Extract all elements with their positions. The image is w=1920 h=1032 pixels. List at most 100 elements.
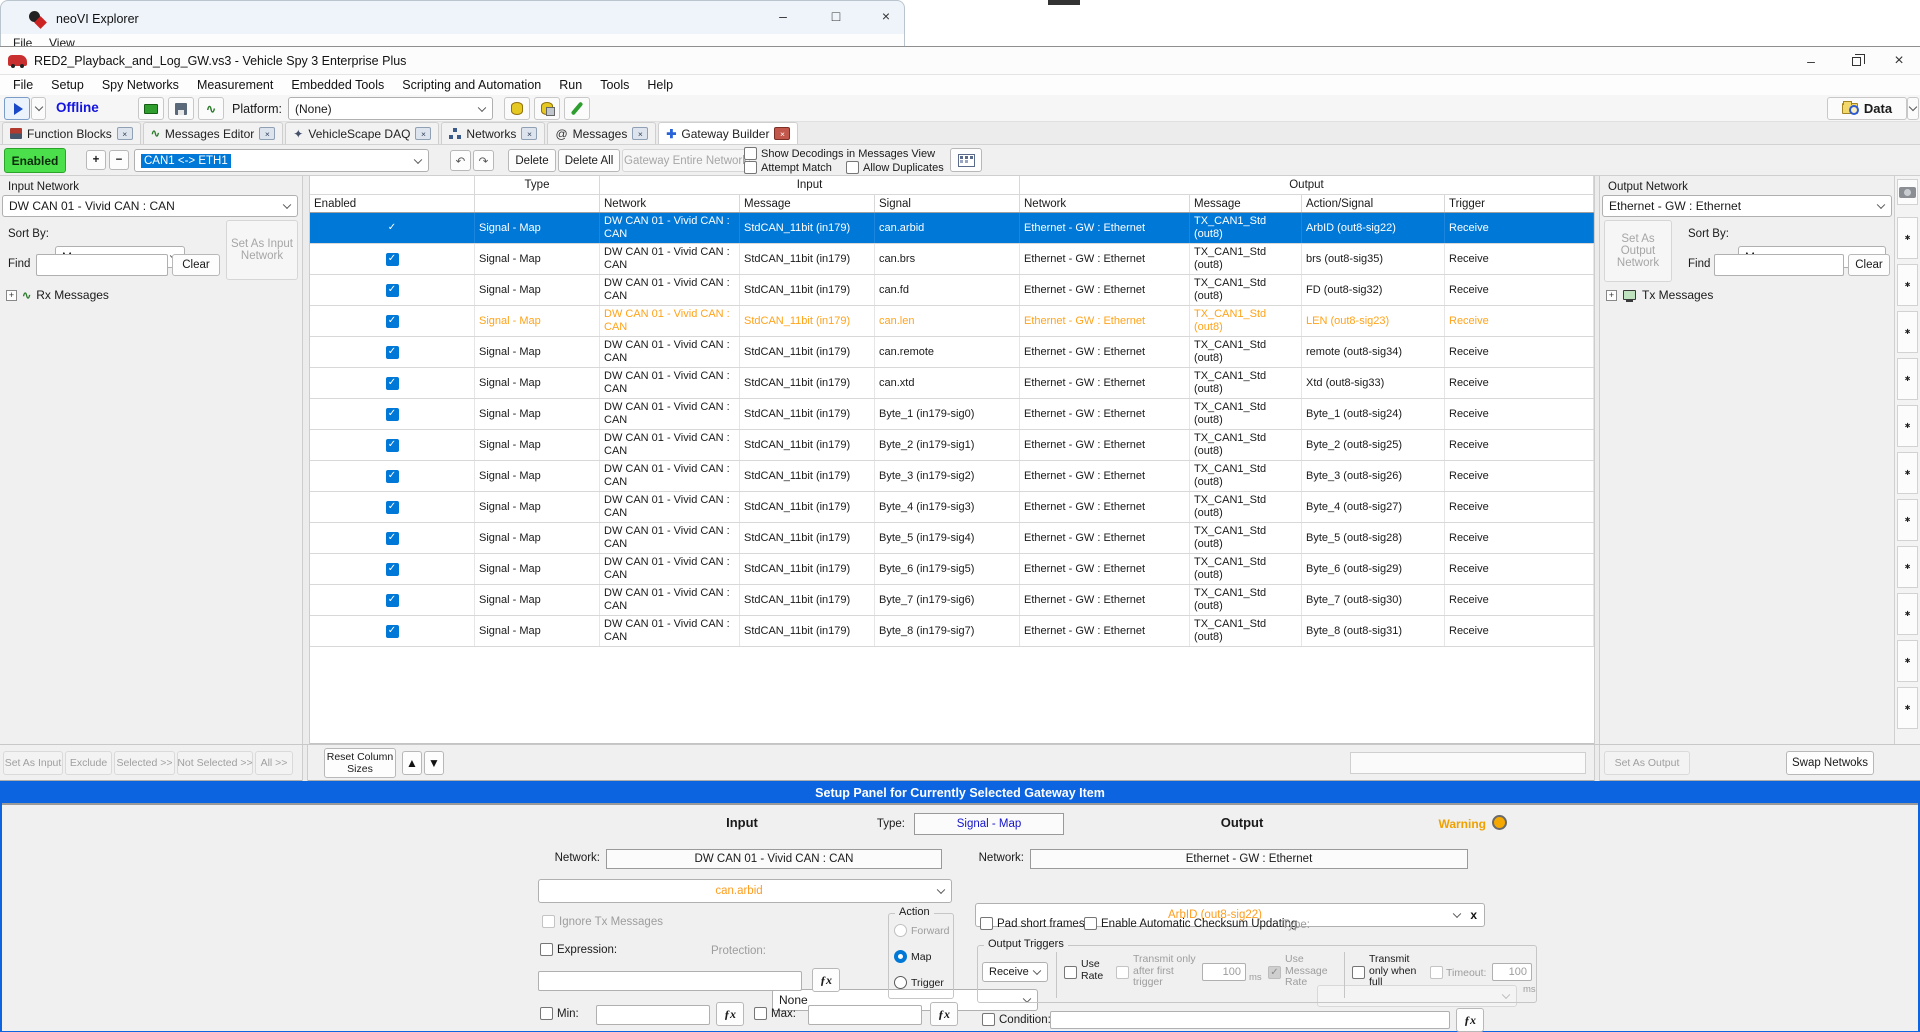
table-row[interactable]: ✓Signal - MapDW CAN 01 - Vivid CAN : CAN… — [310, 430, 1594, 461]
menu-embedded-tools[interactable]: Embedded Tools — [282, 75, 393, 95]
action-forward-option[interactable]: Forward — [894, 924, 950, 937]
cell-enabled[interactable]: ✓ — [310, 461, 475, 491]
condition-row[interactable]: Condition: — [982, 1013, 1051, 1026]
build-matrix-button[interactable] — [950, 148, 982, 172]
dock-button[interactable]: ✱ — [1897, 311, 1918, 353]
enabled-checkbox[interactable]: ✓ — [386, 284, 399, 297]
tx-messages-tree-item[interactable]: + Tx Messages — [1606, 288, 1713, 302]
set-as-output-network-button[interactable]: Set As Output Network — [1604, 220, 1672, 282]
horizontal-scrollbar[interactable] — [1350, 752, 1586, 774]
play-dropdown-button[interactable] — [31, 97, 46, 120]
ignore-tx-checkbox[interactable] — [542, 915, 555, 928]
table-row[interactable]: ✓Signal - MapDW CAN 01 - Vivid CAN : CAN… — [310, 306, 1594, 337]
output-network-select[interactable]: Ethernet - GW : Ethernet — [1602, 195, 1892, 217]
dock-button[interactable]: ✱ — [1897, 687, 1918, 729]
close-button[interactable]: × — [1878, 49, 1920, 73]
use-message-rate-checkbox[interactable]: ✓ — [1268, 966, 1281, 979]
all-button[interactable]: All >> — [255, 751, 293, 775]
rx-messages-tree-item[interactable]: + ∿ Rx Messages — [6, 288, 109, 302]
menu-file[interactable]: File — [4, 75, 42, 95]
expression-checkbox[interactable] — [540, 943, 553, 956]
enabled-checkbox[interactable]: ✓ — [386, 625, 399, 638]
table-row[interactable]: ✓Signal - MapDW CAN 01 - Vivid CAN : CAN… — [310, 554, 1594, 585]
enabled-checkbox[interactable]: ✓ — [386, 315, 399, 328]
action-map-option[interactable]: Map — [894, 950, 931, 963]
dock-button[interactable]: ✱ — [1897, 452, 1918, 494]
neovi-minimize-button[interactable]: – — [763, 5, 803, 27]
move-down-button[interactable]: ▼ — [424, 751, 444, 775]
dock-button[interactable]: ✱ — [1897, 640, 1918, 682]
dock-button[interactable]: ✱ — [1897, 405, 1918, 447]
enabled-checkbox[interactable]: ✓ — [386, 501, 399, 514]
enabled-checkbox[interactable]: ✓ — [386, 439, 399, 452]
tab-close-icon[interactable]: × — [259, 127, 275, 140]
tab-networks[interactable]: Networks× — [441, 122, 545, 144]
menu-help[interactable]: Help — [638, 75, 682, 95]
dock-button[interactable]: ✱ — [1897, 217, 1918, 259]
col-in-signal[interactable]: Signal — [875, 195, 1020, 212]
delete-button[interactable]: Delete — [508, 149, 556, 172]
tab-close-icon[interactable]: × — [774, 127, 790, 140]
use-rate-checkbox[interactable] — [1064, 966, 1077, 979]
max-checkbox[interactable] — [754, 1007, 767, 1020]
enabled-button[interactable]: Enabled — [4, 148, 66, 173]
gateway-select[interactable]: CAN1 <-> ETH1 — [134, 149, 429, 172]
condition-input[interactable] — [1050, 1011, 1450, 1029]
table-row[interactable]: ✓Signal - MapDW CAN 01 - Vivid CAN : CAN… — [310, 337, 1594, 368]
col-out-message[interactable]: Message — [1190, 195, 1302, 212]
dock-button[interactable]: ✱ — [1897, 499, 1918, 541]
show-decodings-checkbox-row[interactable]: Show Decodings in Messages View — [744, 147, 935, 160]
neovi-close-button[interactable]: × — [866, 5, 906, 27]
reset-column-sizes-button[interactable]: Reset Column Sizes — [324, 748, 396, 778]
cell-enabled[interactable]: ✓ — [310, 368, 475, 398]
col-in-network[interactable]: Network — [600, 195, 740, 212]
undo-button[interactable]: ↶ — [450, 150, 471, 171]
platform-select[interactable]: (None) — [288, 97, 493, 120]
map-radio[interactable] — [894, 950, 907, 963]
action-trigger-option[interactable]: Trigger — [894, 976, 944, 989]
menu-measurement[interactable]: Measurement — [188, 75, 282, 95]
enabled-checkbox[interactable]: ✓ — [386, 377, 399, 390]
expression-fx-button[interactable]: ƒx — [812, 968, 840, 992]
enabled-checkbox[interactable]: ✓ — [386, 253, 399, 266]
col-enabled[interactable]: Enabled — [310, 195, 475, 212]
database-save-button[interactable] — [534, 97, 560, 120]
gateway-entire-network-button[interactable]: Gateway Entire Network — [622, 149, 750, 172]
enabled-checkbox[interactable]: ✓ — [386, 563, 399, 576]
ignore-tx-row[interactable]: Ignore Tx Messages — [542, 915, 663, 928]
cell-enabled[interactable]: ✓ — [310, 337, 475, 367]
neovi-maximize-button[interactable]: □ — [816, 5, 856, 27]
enabled-checkbox[interactable]: ✓ — [386, 346, 399, 359]
enabled-checkbox[interactable]: ✓ — [386, 222, 399, 235]
menu-run[interactable]: Run — [550, 75, 591, 95]
tab-vehiclescape-daq[interactable]: ✦VehicleScape DAQ× — [285, 122, 439, 144]
expand-icon[interactable]: + — [1606, 290, 1617, 301]
allow-duplicates-checkbox-row[interactable]: Allow Duplicates — [846, 161, 944, 174]
redo-button[interactable]: ↷ — [473, 150, 494, 171]
warning-indicator-icon[interactable] — [1492, 815, 1507, 830]
dock-button[interactable]: ✱ — [1897, 593, 1918, 635]
col-type[interactable] — [475, 195, 600, 212]
minimize-button[interactable]: – — [1790, 49, 1832, 73]
max-fx-button[interactable]: ƒx — [930, 1002, 958, 1026]
cell-enabled[interactable]: ✓ — [310, 399, 475, 429]
enabled-checkbox[interactable]: ✓ — [386, 594, 399, 607]
transmit-when-full-checkbox[interactable] — [1352, 966, 1365, 979]
delete-all-button[interactable]: Delete All — [558, 149, 620, 172]
tab-close-icon[interactable]: × — [117, 127, 133, 140]
col-in-message[interactable]: Message — [740, 195, 875, 212]
input-signal-select[interactable]: can.arbid — [538, 879, 952, 903]
selected-button[interactable]: Selected >> — [114, 751, 175, 775]
cell-enabled[interactable]: ✓ — [310, 616, 475, 646]
find-input[interactable] — [36, 254, 168, 276]
dock-button[interactable]: ✱ — [1897, 264, 1918, 306]
clear-find-button[interactable]: Clear — [172, 254, 220, 276]
min-input[interactable] — [596, 1005, 710, 1025]
cell-enabled[interactable]: ✓ — [310, 585, 475, 615]
screenshot-button[interactable] — [1897, 179, 1918, 205]
play-button[interactable] — [4, 97, 30, 120]
set-as-input-network-button[interactable]: Set As Input Network — [226, 220, 298, 280]
enabled-checkbox[interactable]: ✓ — [386, 532, 399, 545]
set-as-output-button[interactable]: Set As Output — [1604, 751, 1690, 775]
table-row[interactable]: ✓Signal - MapDW CAN 01 - Vivid CAN : CAN… — [310, 616, 1594, 647]
